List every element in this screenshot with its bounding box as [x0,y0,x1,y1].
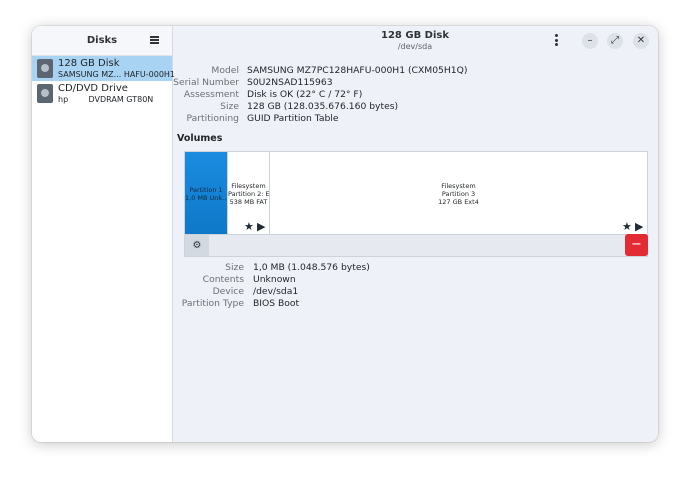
size-value: 128 GB (128.035.676.160 bytes) [247,101,399,112]
gear-icon[interactable]: ⚙ [185,235,209,256]
mounted-play-icon: ▶ [635,220,644,233]
partition-2-name: Partition 2: E... [228,190,269,198]
hamburger-menu-icon[interactable] [150,36,159,44]
partition-3-name: Partition 3 [441,190,476,198]
delete-partition-button[interactable]: − [625,234,648,256]
minimize-button[interactable]: – [582,33,598,49]
partition-3[interactable]: Filesystem Partition 3 127 GB Ext4 ★ ▶ [269,152,647,234]
partitioning-label: Partitioning [186,113,240,124]
partition-bar: Partition 1 1,0 MB Unk... Filesystem Par… [184,151,648,235]
contents-label: Contents [202,274,244,285]
serial-label: Serial Number [173,77,239,88]
sidebar-header: Disks [32,26,172,56]
partition-1-size: 1,0 MB Unk... [185,194,227,202]
volumes-heading: Volumes [177,133,223,144]
assessment-label: Assessment [183,89,239,100]
partition-3-size: 127 GB Ext4 [438,198,479,206]
sidebar: Disks 128 GB Disk SAMSUNG MZ... HAFU-000… [32,26,176,442]
disks-window: Disks 128 GB Disk SAMSUNG MZ... HAFU-000… [32,26,658,442]
star-icon: ★ [622,220,632,233]
partition-2-type: Filesystem [231,182,266,190]
device-value: /dev/sda1 [253,286,299,297]
volume-toolbar: ⚙ − [184,234,648,257]
star-icon: ★ [244,220,254,233]
partitioning-value: GUID Partition Table [247,113,339,124]
disk-name: CD/DVD Drive [58,83,128,94]
partition-2[interactable]: Filesystem Partition 2: E... 538 MB FAT … [227,152,269,234]
contents-value: Unknown [253,274,296,285]
serial-value: S0U2NSAD115963 [247,77,333,88]
maximize-button[interactable]: ⤢ [607,33,623,49]
disk-model: hp DVDRAM GT80N [58,95,154,104]
model-label: Model [211,65,239,76]
disk-model: SAMSUNG MZ... HAFU-000H1 [58,70,176,79]
more-options-icon[interactable] [555,34,559,48]
partition-type-value: BIOS Boot [253,298,300,309]
assessment-value: Disk is OK (22° C / 72° F) [247,89,363,100]
partition-size-label: Size [225,262,244,273]
partition-size-value: 1,0 MB (1.048.576 bytes) [253,262,370,273]
partition-2-size: 538 MB FAT [229,198,268,206]
partition-3-type: Filesystem [441,182,476,190]
partition-1[interactable]: Partition 1 1,0 MB Unk... [185,152,227,234]
sidebar-item-cd-dvd-drive[interactable]: CD/DVD Drive hp DVDRAM GT80N [32,81,172,106]
partition-type-label: Partition Type [181,298,244,309]
header-bar: 128 GB Disk /dev/sda – ⤢ ✕ [172,26,658,55]
size-label: Size [220,101,239,112]
device-label: Device [212,286,244,297]
disk-name: 128 GB Disk [58,58,120,69]
optical-drive-icon [37,84,53,103]
partition-1-name: Partition 1 [189,186,223,194]
close-button[interactable]: ✕ [633,33,649,49]
model-value: SAMSUNG MZ7PC128HAFU-000H1 (CXM05H1Q) [247,65,468,76]
harddisk-icon [37,59,53,78]
mounted-play-icon: ▶ [257,220,266,233]
sidebar-item-128gb-disk[interactable]: 128 GB Disk SAMSUNG MZ... HAFU-000H1 [32,56,176,81]
